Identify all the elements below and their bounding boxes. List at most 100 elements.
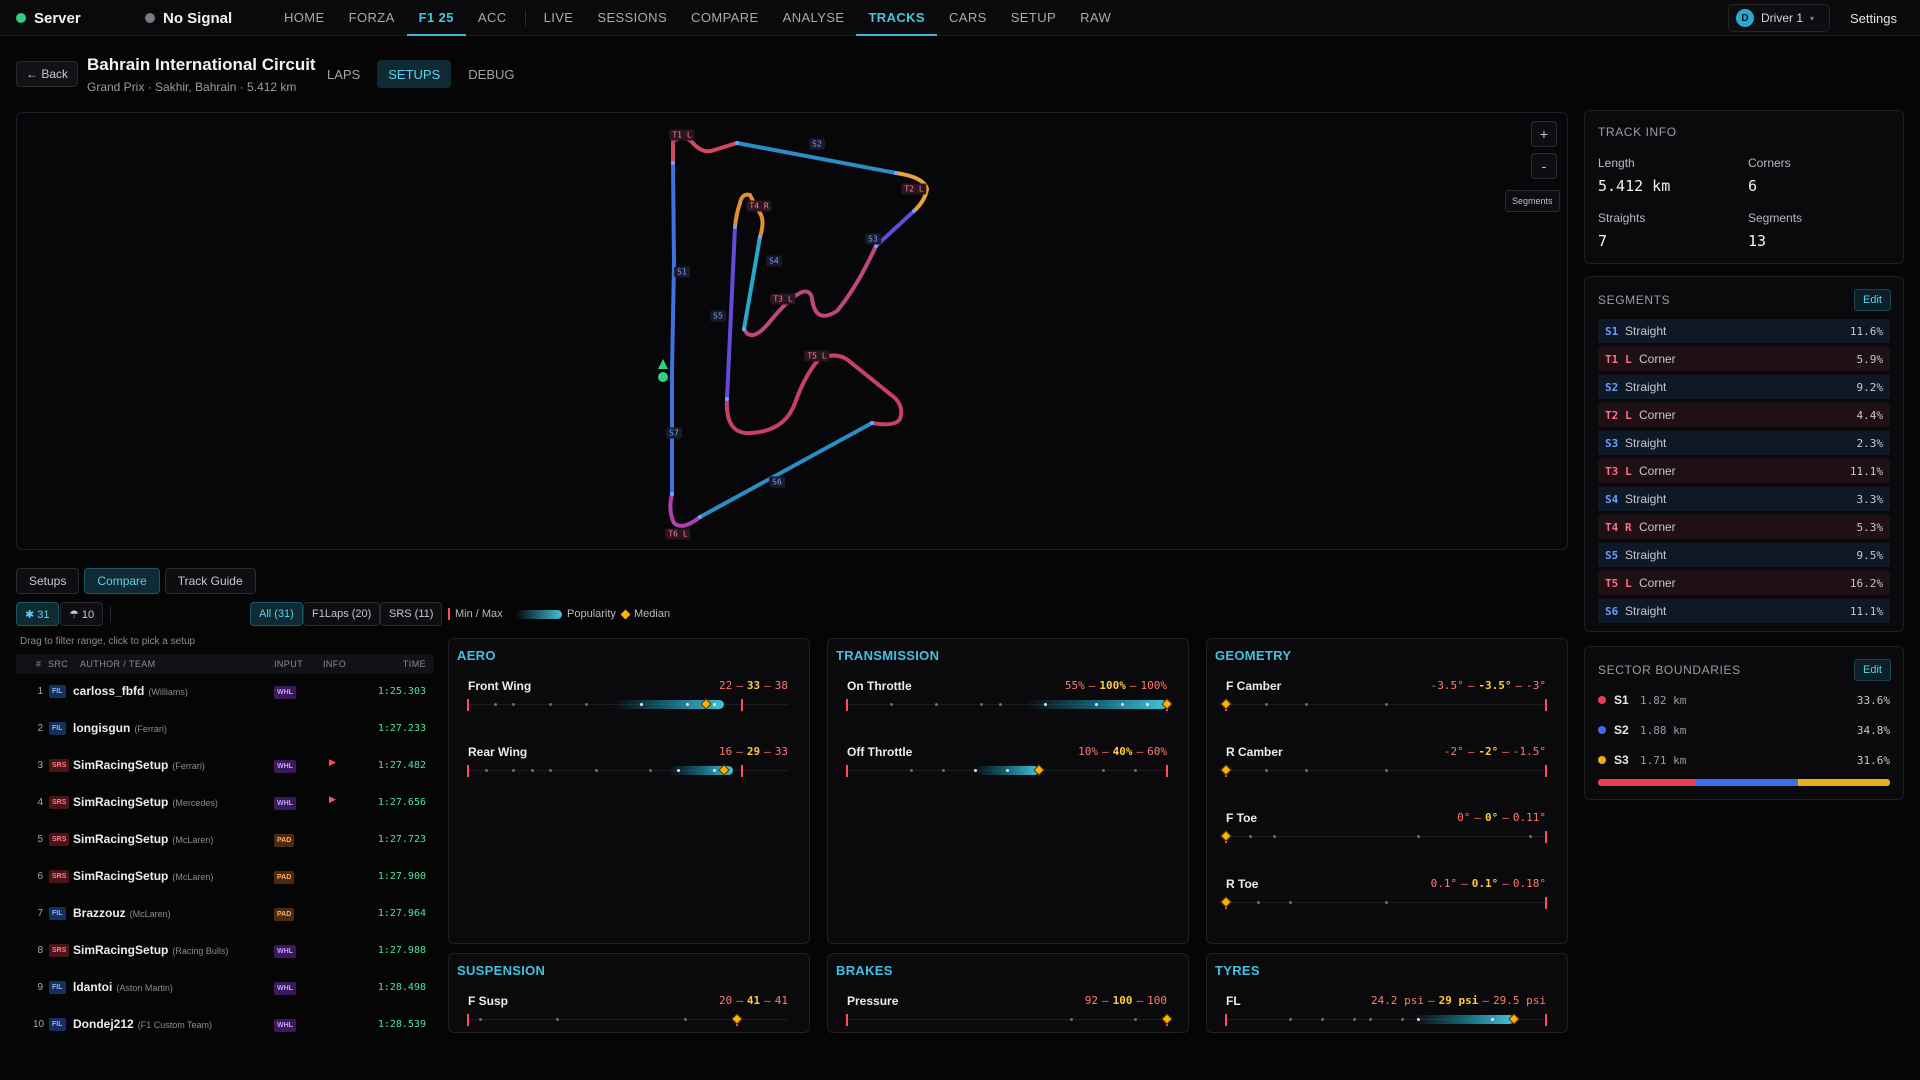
nav-home[interactable]: HOME (272, 0, 337, 36)
setup-point[interactable] (890, 703, 894, 706)
setup-param[interactable]: On Throttle 55% –100% –100% (846, 679, 1173, 729)
track-label[interactable]: S1 (674, 266, 690, 278)
track-segment-s3[interactable] (874, 209, 916, 248)
track-label[interactable]: T4 R (746, 200, 772, 212)
sectors-edit-button[interactable]: Edit (1854, 659, 1891, 681)
tab-setups[interactable]: SETUPS (377, 60, 452, 88)
nav-compare[interactable]: COMPARE (679, 0, 771, 36)
track-map[interactable]: T1 L S2 T2 L S3 T4 R S4 T3 L S1 S5 T5 L S7 S6 T6 L +… (16, 112, 1568, 550)
setup-point[interactable] (512, 769, 516, 772)
setup-point[interactable] (1304, 769, 1308, 772)
track-label[interactable]: S3 (865, 233, 881, 245)
setup-point[interactable] (1384, 769, 1388, 772)
driver-select[interactable]: D Driver 1 ▾ (1728, 4, 1830, 32)
segment-row[interactable]: S4 Straight 3.3% (1598, 487, 1890, 511)
table-row[interactable]: 6 SRS SimRacingSetup (McLaren) PAD 1:27.900 (16, 859, 434, 895)
track-segment-t1[interactable] (671, 136, 739, 165)
segment-row[interactable]: S6 Straight 11.1% (1598, 599, 1890, 623)
track-label[interactable]: S6 (769, 476, 785, 488)
param-range-track[interactable] (846, 698, 1173, 711)
param-range-track[interactable] (846, 1013, 1173, 1026)
min-marker[interactable] (467, 765, 469, 777)
track-label[interactable]: S2 (809, 138, 825, 150)
setup-point[interactable] (1272, 835, 1276, 838)
track-label[interactable]: T5 L (804, 350, 830, 362)
track-label[interactable]: T1 L (669, 129, 695, 141)
track-segment-s1[interactable] (670, 161, 677, 496)
setup-point[interactable] (1528, 835, 1532, 838)
setup-point[interactable] (941, 769, 945, 772)
setup-param[interactable]: F Camber -3.5° – -3.5° – -3° (1220, 679, 1547, 729)
setup-param[interactable]: Pressure 92–100–100 (846, 994, 1173, 1032)
tab-track-guide[interactable]: Track Guide (164, 568, 256, 594)
table-row[interactable]: 10 FIL Dondej212 (F1 Custom Team) WHL 1:28.53… (16, 1007, 434, 1043)
setup-point[interactable] (1120, 703, 1124, 706)
setup-point[interactable] (1101, 769, 1105, 772)
max-marker[interactable] (1545, 897, 1547, 909)
setup-param[interactable]: Front Wing 22–33–38 (467, 679, 788, 729)
table-row[interactable]: 1 FIL carloss_fbfd (Williams) WHL 1:25.303 (16, 674, 434, 710)
setup-param[interactable]: R Toe 0.1° –0.1° –0.18° (1220, 877, 1547, 927)
setup-point[interactable] (479, 1018, 483, 1021)
zoom-in-button[interactable]: + (1531, 121, 1557, 147)
min-marker[interactable] (846, 699, 848, 711)
setup-point[interactable] (1384, 901, 1388, 904)
setup-point[interactable] (484, 769, 488, 772)
segment-row[interactable]: T4 R Corner 5.3% (1598, 515, 1890, 539)
segment-row[interactable]: S1 Straight 11.6% (1598, 319, 1890, 343)
segment-row[interactable]: S5 Straight 9.5% (1598, 543, 1890, 567)
param-range-track[interactable] (1220, 830, 1547, 843)
tab-setups-list[interactable]: Setups (16, 568, 80, 594)
setup-point[interactable] (1288, 901, 1292, 904)
setup-point[interactable] (548, 769, 552, 772)
max-marker[interactable] (741, 765, 744, 777)
setup-point[interactable] (1133, 769, 1137, 772)
setup-param[interactable]: Rear Wing 16–29–33 (467, 745, 788, 795)
setup-point[interactable] (1256, 901, 1260, 904)
min-marker[interactable] (467, 699, 469, 711)
setup-point[interactable] (1304, 703, 1308, 706)
table-row[interactable]: 4 SRS SimRacingSetup (Mercedes) WHL ▶ 1:27.656 (16, 785, 434, 821)
setup-point[interactable] (979, 703, 983, 706)
setup-param[interactable]: Off Throttle 10% –40% –60% (846, 745, 1168, 795)
table-row[interactable]: 9 FIL ldantoi (Aston Martin) WHL 1:28.498 (16, 970, 434, 1006)
segment-row[interactable]: T1 L Corner 5.9% (1598, 347, 1890, 371)
param-range-track[interactable] (846, 764, 1168, 777)
segment-row[interactable]: T2 L Corner 4.4% (1598, 403, 1890, 427)
max-marker[interactable] (1545, 831, 1547, 843)
param-range-track[interactable] (1220, 896, 1547, 909)
min-marker[interactable] (846, 765, 848, 777)
track-segment-t6[interactable] (668, 492, 702, 528)
max-marker[interactable] (1545, 699, 1547, 711)
min-marker[interactable] (1225, 1014, 1227, 1026)
nav-live[interactable]: LIVE (532, 0, 586, 36)
nav-sessions[interactable]: SESSIONS (585, 0, 679, 36)
setup-point[interactable] (1288, 1018, 1292, 1021)
setup-param[interactable]: F Susp 20–41–41 (467, 994, 788, 1032)
nav-f1-25[interactable]: F1 25 (406, 0, 466, 36)
param-range-track[interactable] (467, 764, 788, 777)
segment-row[interactable]: S2 Straight 9.2% (1598, 375, 1890, 399)
filter-count-b[interactable]: ☂ 10 (60, 602, 104, 626)
setup-point[interactable] (1416, 835, 1420, 838)
track-label[interactable]: T3 L (770, 293, 796, 305)
param-range-track[interactable] (1220, 698, 1547, 711)
track-label[interactable]: S7 (666, 427, 682, 439)
setup-point[interactable] (1320, 1018, 1324, 1021)
setup-point[interactable] (1368, 1018, 1372, 1021)
param-range-track[interactable] (467, 1013, 788, 1026)
setup-point[interactable] (1264, 769, 1268, 772)
param-range-track[interactable] (1220, 764, 1547, 777)
segment-row[interactable]: S3 Straight 2.3% (1598, 431, 1890, 455)
setup-param[interactable]: FL 24.2 psi –29 psi –29.5 psi (1225, 994, 1547, 1032)
nav-forza[interactable]: FORZA (337, 0, 407, 36)
setup-point[interactable] (1384, 703, 1388, 706)
tab-laps[interactable]: LAPS (316, 60, 371, 88)
table-row[interactable]: 7 FIL Brazzouz (McLaren) PAD 1:27.964 (16, 896, 434, 932)
nav-cars[interactable]: CARS (937, 0, 999, 36)
setup-point[interactable] (1416, 1018, 1420, 1021)
setup-point[interactable] (1352, 1018, 1356, 1021)
max-marker[interactable] (1545, 765, 1547, 777)
nav-raw[interactable]: RAW (1068, 0, 1123, 36)
track-label[interactable]: S5 (710, 310, 726, 322)
